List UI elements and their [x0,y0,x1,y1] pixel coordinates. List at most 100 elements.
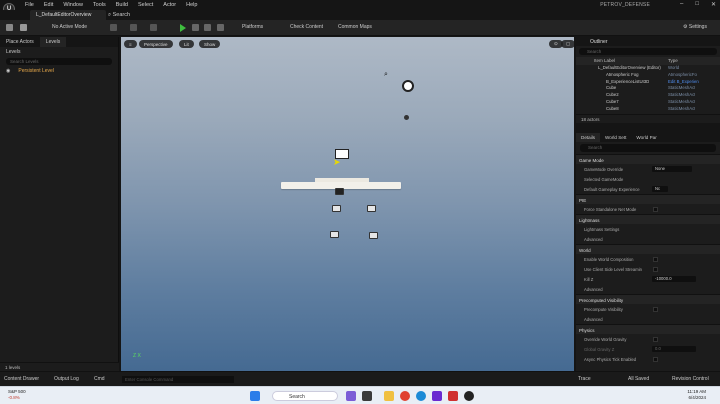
col-type[interactable]: Type [668,58,678,64]
perspective-button[interactable]: Perspective [139,40,173,48]
section-physics[interactable]: Physics [576,324,720,334]
section-game-mode[interactable]: Game Mode [576,154,720,164]
menu-select[interactable]: Select [138,2,153,8]
stock-widget[interactable]: S&P 500 -0.8% [8,389,26,401]
table-row[interactable]: Atmospheric Fog AtmosphericFo [576,72,720,79]
taskbar-search[interactable]: Search [272,391,338,401]
table-row[interactable]: B_ExperienceListUI3D Edit B_Experien [576,79,720,86]
section-world[interactable]: World [576,244,720,254]
revision-control-button[interactable]: Revision Control [672,376,709,382]
edge-icon[interactable] [416,391,426,401]
maximize-icon[interactable]: □ [695,1,699,8]
console-command-input[interactable]: Enter Console Command [122,376,234,383]
table-row[interactable]: Cube StaticMeshAct [576,85,720,92]
menu-tools[interactable]: Tools [93,2,106,8]
default-experience-select[interactable]: Nc [652,186,668,192]
menu-window[interactable]: Window [63,2,83,8]
world-composition-checkbox[interactable] [653,256,658,262]
menu-file[interactable]: File [25,2,34,8]
eye-icon[interactable]: ◉ [6,68,10,74]
tab-level[interactable]: L_DefaultEditorOverview [30,10,106,20]
task-view-icon[interactable] [362,391,372,401]
precompute-visibility-checkbox[interactable] [653,306,658,312]
tab-world-partition[interactable]: World Par [631,133,661,142]
section-pie[interactable]: PIE [576,194,720,204]
prop-advanced[interactable]: Advanced [576,284,720,294]
modes-icon[interactable] [20,24,27,31]
kill-z-input[interactable]: -10000.0 [652,276,696,282]
global-gravity-input[interactable]: 0.0 [652,346,696,352]
viewport-options-button[interactable]: ≡ [124,40,137,48]
unreal-taskbar-icon[interactable] [464,391,474,401]
add-actor-icon[interactable] [110,24,117,31]
override-gravity-checkbox[interactable] [653,336,658,342]
all-saved-button[interactable]: All Saved [628,376,649,382]
section-lightmass[interactable]: Lightmass [576,214,720,224]
check-content-button[interactable]: Check Content [290,24,323,30]
save-icon[interactable] [6,24,13,31]
levels-search-input[interactable]: Search Levels [6,58,112,65]
tab-details[interactable]: Details [576,133,601,142]
file-explorer-icon[interactable] [384,391,394,401]
prop-selected-gamemode[interactable]: Selected GameMode [576,174,720,184]
content-drawer-button[interactable]: Content Drawer [4,376,39,382]
common-maps-button[interactable]: Common Maps [338,24,372,30]
blueprint-icon[interactable] [130,24,137,31]
table-row[interactable]: L_DefaultEditorOverview (Editor) World [576,65,720,72]
level-row-persistent[interactable]: ◉ Persistent Level [0,66,118,76]
camera-icon-4[interactable] [369,232,378,239]
level-viewport[interactable]: ≡ Perspective Lit Show ⊙ ▢ ⌕ ➤ Z X [121,37,574,371]
table-row[interactable]: Cube7 StaticMeshAct [576,99,720,106]
prop-advanced[interactable]: Advanced [576,234,720,244]
camera-icon-2[interactable] [367,205,376,212]
exponential-fog-icon[interactable]: ⌕ [384,71,388,79]
copilot-icon[interactable] [346,391,356,401]
ui-actor-icon[interactable] [335,188,344,195]
client-streaming-checkbox[interactable] [653,266,658,272]
chrome-icon[interactable] [400,391,410,401]
active-mode-dropdown[interactable]: No Active Mode [52,24,87,30]
levels-dropdown[interactable]: Levels [0,47,118,57]
menu-build[interactable]: Build [116,2,128,8]
sky-light-icon[interactable] [402,80,414,92]
table-row[interactable]: Cube8 StaticMeshAct [576,106,720,113]
trace-button[interactable]: Trace [578,376,591,382]
system-clock[interactable]: 11:19 AM 6/4/2024 [687,389,706,401]
windows-start-icon[interactable] [250,391,260,401]
stop-icon[interactable] [204,24,211,31]
cinematics-icon[interactable] [150,24,157,31]
cmd-dropdown[interactable]: Cmd [94,376,105,382]
close-icon[interactable]: ✕ [711,1,716,8]
menu-edit[interactable]: Edit [44,2,53,8]
global-search[interactable]: ⌕ Search [108,12,130,19]
camera-icon-1[interactable] [332,205,341,212]
tab-levels[interactable]: Levels [39,37,67,47]
async-physics-checkbox[interactable] [653,356,658,362]
output-log-button[interactable]: Output Log [54,376,79,382]
settings-button[interactable]: ⚙ Settings [683,24,707,30]
menu-actor[interactable]: Actor [163,2,176,8]
step-icon[interactable] [192,24,199,31]
force-standalone-checkbox[interactable] [653,206,658,212]
directional-light-icon[interactable] [404,115,409,120]
play-icon[interactable] [180,24,186,32]
viewport-maximize-icon[interactable]: ▢ [561,40,574,48]
app-icon[interactable] [448,391,458,401]
platforms-button[interactable]: Platforms [242,24,263,30]
minimize-icon[interactable]: – [680,1,683,8]
section-precomputed-visibility[interactable]: Precomputed Visibility [576,294,720,304]
camera-icon-3[interactable] [330,231,339,238]
menu-help[interactable]: Help [186,2,197,8]
store-icon[interactable] [432,391,442,401]
col-item-label[interactable]: Item Label [580,58,668,64]
prop-lightmass-settings[interactable]: Lightmass Settings [576,224,720,234]
play-options-icon[interactable] [217,24,224,31]
gamemode-override-select[interactable]: None [652,166,692,172]
tab-world-settings[interactable]: World Sett [600,133,631,142]
prop-advanced[interactable]: Advanced [576,314,720,324]
tab-place-actors[interactable]: Place Actors [0,37,40,47]
show-button[interactable]: Show [199,40,221,48]
details-search-input[interactable]: Search [580,144,716,152]
lit-button[interactable]: Lit [179,40,194,48]
table-row[interactable]: Cube2 StaticMeshAct [576,92,720,99]
